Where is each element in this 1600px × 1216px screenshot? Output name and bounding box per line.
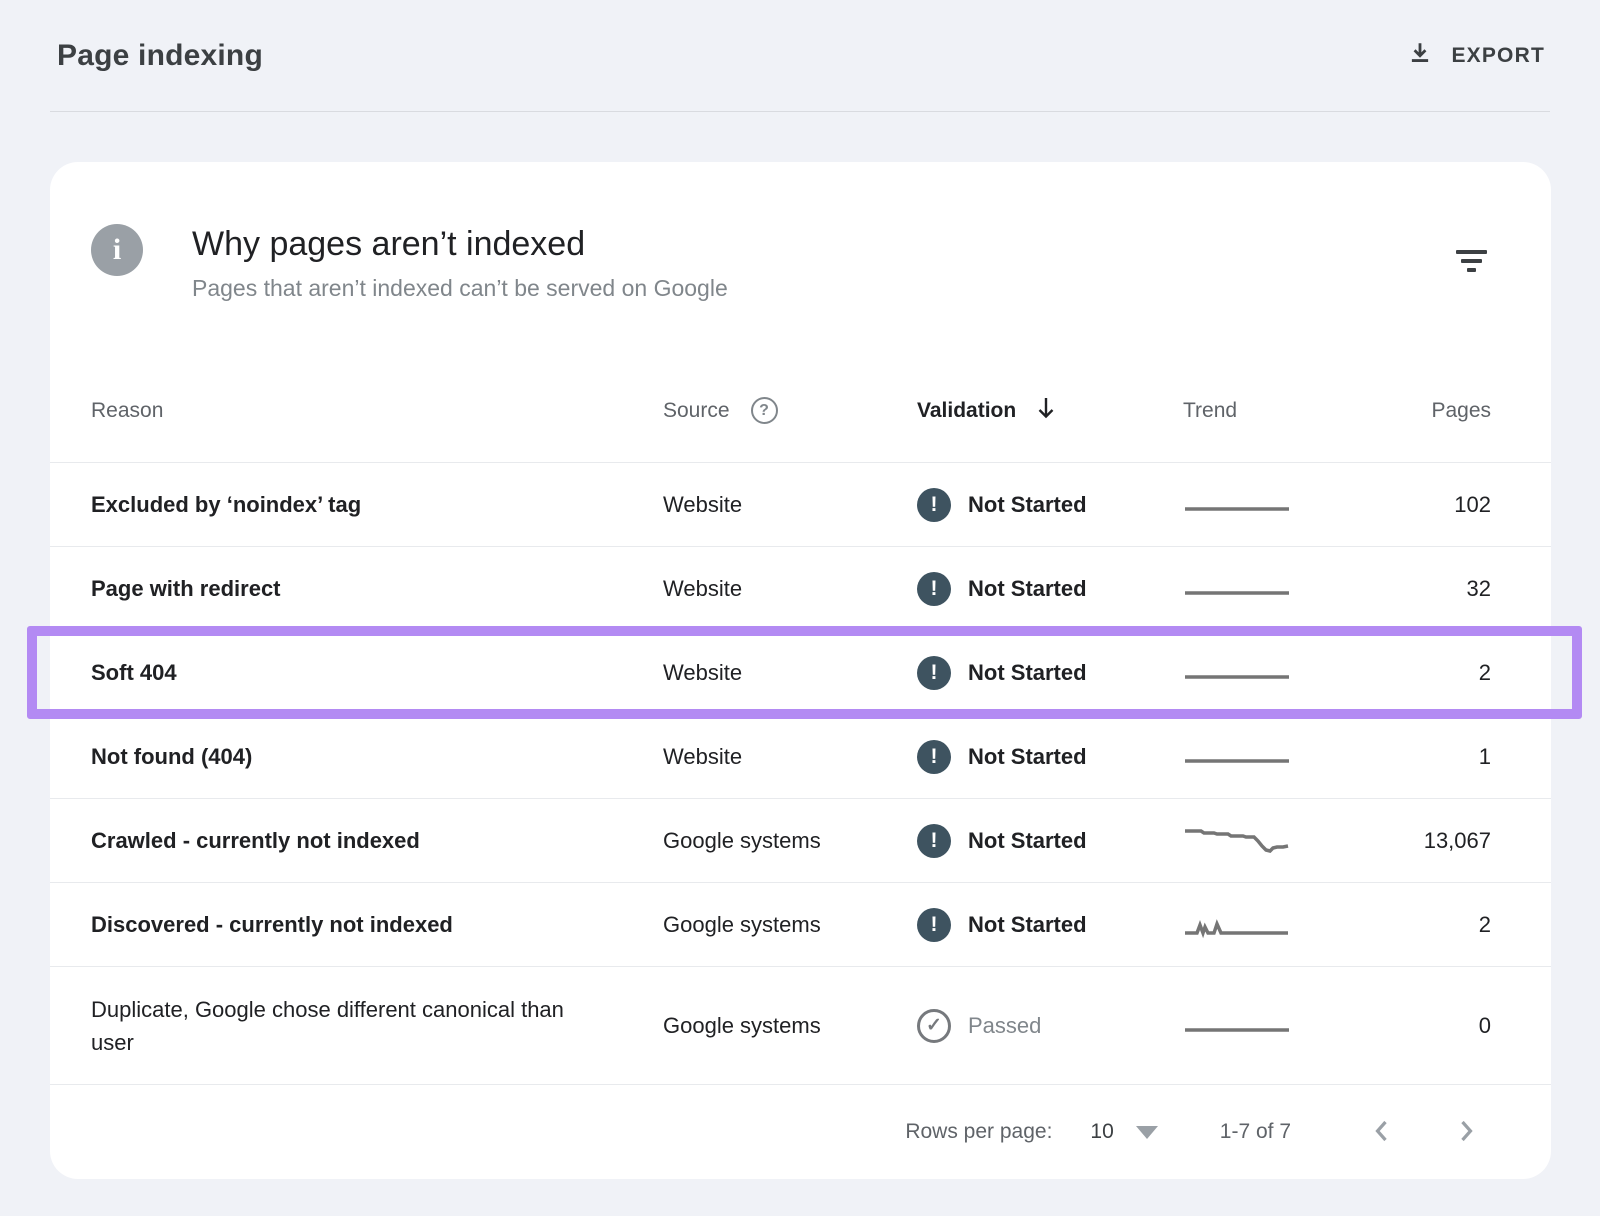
validation-cell: ! Not Started — [917, 488, 1183, 522]
table-row[interactable]: Excluded by ‘noindex’ tag Website ! Not … — [50, 462, 1551, 546]
validation-label: Not Started — [968, 744, 1087, 770]
previous-page-button[interactable] — [1361, 1108, 1403, 1157]
reason-cell: Crawled - currently not indexed — [91, 824, 651, 857]
validation-status-icon: ! — [917, 824, 951, 858]
table-header-row: Reason Source ? Validation Trend Pages — [50, 359, 1551, 462]
why-pages-arent-indexed-card: i Why pages aren’t indexed Pages that ar… — [50, 162, 1551, 1179]
reason-cell: Duplicate, Google chose different canoni… — [91, 993, 651, 1059]
filter-icon — [1456, 250, 1487, 254]
chevron-left-icon — [1369, 1116, 1395, 1149]
header-divider — [50, 111, 1550, 112]
column-header-validation[interactable]: Validation — [917, 395, 1183, 427]
next-page-button[interactable] — [1445, 1108, 1487, 1157]
top-bar: Page indexing EXPORT — [0, 0, 1600, 111]
card-subtitle: Pages that aren’t indexed can’t be serve… — [192, 275, 728, 302]
column-header-trend: Trend — [1183, 399, 1383, 423]
reason-cell: Excluded by ‘noindex’ tag — [91, 488, 651, 521]
validation-cell: ! Not Started — [917, 740, 1183, 774]
validation-label: Not Started — [968, 912, 1087, 938]
validation-cell: ! Not Started — [917, 572, 1183, 606]
source-cell: Google systems — [663, 828, 917, 854]
source-cell: Website — [663, 576, 917, 602]
validation-label: Not Started — [968, 576, 1087, 602]
validation-label: Not Started — [968, 660, 1087, 686]
reason-cell: Soft 404 — [91, 656, 651, 689]
validation-status-icon: ! — [917, 488, 951, 522]
table-footer: Rows per page: 10 1-7 of 7 — [50, 1084, 1551, 1179]
rows-per-page-value: 10 — [1090, 1120, 1113, 1144]
trend-sparkline — [1183, 656, 1383, 690]
source-cell: Google systems — [663, 1013, 917, 1039]
source-cell: Google systems — [663, 912, 917, 938]
filter-button[interactable] — [1450, 244, 1493, 278]
column-header-pages[interactable]: Pages — [1383, 399, 1491, 423]
validation-label: Not Started — [968, 492, 1087, 518]
source-cell: Website — [663, 492, 917, 518]
page-title: Page indexing — [57, 39, 263, 73]
reason-cell: Page with redirect — [91, 572, 651, 605]
trend-sparkline — [1183, 824, 1383, 858]
info-icon: i — [91, 224, 143, 276]
pages-count: 0 — [1383, 1013, 1491, 1039]
export-label: EXPORT — [1451, 44, 1545, 68]
table-row[interactable]: Crawled - currently not indexed Google s… — [50, 798, 1551, 882]
validation-cell: ! Not Started — [917, 824, 1183, 858]
table-row[interactable]: Not found (404) Website ! Not Started 1 — [50, 714, 1551, 798]
validation-status-icon: ! — [917, 908, 951, 942]
source-cell: Website — [663, 744, 917, 770]
column-header-source[interactable]: Source ? — [663, 397, 917, 424]
validation-status-icon: ! — [917, 572, 951, 606]
pages-count: 102 — [1383, 492, 1491, 518]
rows-per-page-select[interactable]: 10 — [1090, 1120, 1157, 1144]
reason-cell: Not found (404) — [91, 740, 651, 773]
validation-label: Passed — [968, 1013, 1041, 1039]
table-row[interactable]: Soft 404 Website ! Not Started 2 — [50, 630, 1551, 714]
pagination-range: 1-7 of 7 — [1220, 1120, 1291, 1144]
table-row[interactable]: Discovered - currently not indexed Googl… — [50, 882, 1551, 966]
pages-count: 2 — [1383, 660, 1491, 686]
pages-count: 2 — [1383, 912, 1491, 938]
sort-descending-icon — [1034, 395, 1058, 427]
trend-sparkline — [1183, 1009, 1383, 1043]
validation-status-icon: ✓ — [917, 1009, 951, 1043]
download-icon — [1407, 40, 1433, 72]
card-title: Why pages aren’t indexed — [192, 222, 728, 266]
validation-status-icon: ! — [917, 656, 951, 690]
trend-sparkline — [1183, 488, 1383, 522]
trend-sparkline — [1183, 740, 1383, 774]
chevron-right-icon — [1453, 1116, 1479, 1149]
column-header-reason[interactable]: Reason — [91, 399, 663, 423]
validation-status-icon: ! — [917, 740, 951, 774]
validation-label: Not Started — [968, 828, 1087, 854]
rows-per-page-label: Rows per page: — [905, 1120, 1052, 1144]
reason-cell: Discovered - currently not indexed — [91, 908, 651, 941]
validation-cell: ! Not Started — [917, 908, 1183, 942]
pages-count: 1 — [1383, 744, 1491, 770]
trend-sparkline — [1183, 908, 1383, 942]
pages-count: 13,067 — [1383, 828, 1491, 854]
table-row[interactable]: Duplicate, Google chose different canoni… — [50, 966, 1551, 1084]
dropdown-caret-icon — [1136, 1126, 1158, 1139]
help-icon[interactable]: ? — [751, 397, 778, 424]
pages-count: 32 — [1383, 576, 1491, 602]
card-header: i Why pages aren’t indexed Pages that ar… — [50, 162, 1551, 359]
table-body: Excluded by ‘noindex’ tag Website ! Not … — [50, 462, 1551, 1084]
validation-cell: ! Not Started — [917, 656, 1183, 690]
validation-cell: ✓ Passed — [917, 1009, 1183, 1043]
export-button[interactable]: EXPORT — [1407, 40, 1545, 72]
trend-sparkline — [1183, 572, 1383, 606]
table-row[interactable]: Page with redirect Website ! Not Started… — [50, 546, 1551, 630]
source-cell: Website — [663, 660, 917, 686]
